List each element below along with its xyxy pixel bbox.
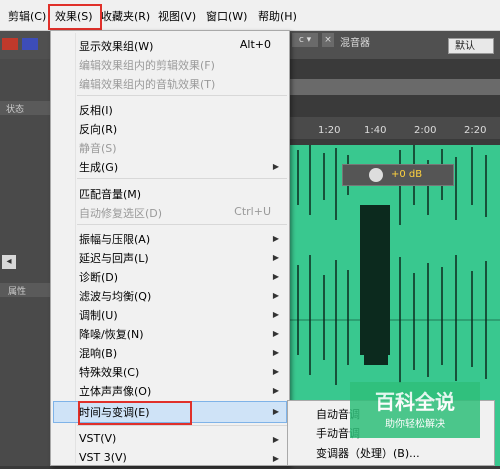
menu-item-delay-echo[interactable]: 延迟与回声(L) [79,250,149,266]
properties-header: 属性 [0,283,50,297]
submenu-arrow-icon: ▶ [272,386,279,395]
volume-value: +0 dB [391,169,423,180]
submenu-arrow-icon: ▶ [272,162,279,171]
menu-item-special[interactable]: 特殊效果(C) [79,364,139,380]
timeline-ruler[interactable]: 1:20 1:40 2:00 2:20 [290,117,500,139]
record-icon[interactable] [2,38,18,50]
speaker-icon[interactable]: ◂ [2,255,16,269]
menu-item-vst3[interactable]: VST 3(V) [79,451,127,464]
menu-item-auto-heal[interactable]: 自动修复选区(D) [79,205,162,221]
menu-separator [77,95,287,96]
spectrum-icon[interactable] [22,38,38,50]
status-column-label: 状态 [6,105,25,115]
menu-item-edit-track-effects[interactable]: 编辑效果组内的音轨效果(T) [79,76,215,92]
menu-separator [77,178,287,179]
menu-item-generate[interactable]: 生成(G) [79,159,118,175]
menu-item-time-pitch[interactable]: 时间与变调(E) [79,404,150,420]
menu-separator [77,425,287,426]
submenu-arrow-icon: ▶ [272,234,279,243]
highlight-effects-menu [48,4,102,30]
menu-view[interactable]: 视图(V) [158,8,196,24]
menu-item-reverse[interactable]: 反向(R) [79,121,117,137]
tab-mixer[interactable]: 混音器 [340,34,370,49]
menu-clip[interactable]: 剪辑(C) [8,8,46,24]
menu-item-stereo-imagery[interactable]: 立体声声像(O) [79,383,151,399]
menu-item-noise-reduction[interactable]: 降噪/恢复(N) [79,326,144,342]
tick-label: 1:20 [318,125,341,136]
menu-favorites[interactable]: 收藏夹(R) [101,8,150,24]
shortcut-auto-heal: Ctrl+U [234,205,271,218]
watermark-title: 百科全说 [375,390,455,414]
menu-window[interactable]: 窗口(W) [206,8,247,24]
menu-item-filter-eq[interactable]: 滤波与均衡(Q) [79,288,151,304]
submenu-item-stretch-pitch[interactable]: 变调器（处理）(B)... [316,445,420,461]
tick-label: 2:20 [464,125,487,136]
overview-bar[interactable] [290,79,500,95]
submenu-arrow-icon: ▶ [272,291,279,300]
left-panel: 状态 ◂ 属性 [0,59,50,466]
submenu-arrow-icon: ▶ [272,367,279,376]
menu-item-modulation[interactable]: 调制(U) [79,307,118,323]
submenu-arrow-icon: ▶ [272,407,279,416]
menu-item-diagnostics[interactable]: 诊断(D) [79,269,118,285]
tab-close-icon[interactable]: × [322,33,334,47]
menu-item-invert[interactable]: 反相(I) [79,102,113,118]
tick-label: 2:00 [414,125,437,136]
menu-item-match-volume[interactable]: 匹配音量(M) [79,186,141,202]
menu-help[interactable]: 帮助(H) [258,8,297,24]
panel-tab-arrow[interactable]: c ▾ [292,33,318,47]
menu-item-silence[interactable]: 静音(S) [79,140,117,156]
menu-item-reverb[interactable]: 混响(B) [79,345,117,361]
menu-item-edit-clip-effects[interactable]: 编辑效果组内的剪辑效果(F) [79,57,215,73]
submenu-arrow-icon: ▶ [272,454,279,463]
menu-separator [77,224,287,225]
volume-hud[interactable]: +0 dB [342,164,454,186]
watermark: 百科全说 助你轻松解决 [350,382,480,438]
volume-knob-icon[interactable] [369,168,383,182]
shortcut-show-effects-rack: Alt+0 [239,38,271,51]
tick-label: 1:40 [364,125,387,136]
files-header: 状态 [0,101,50,115]
submenu-arrow-icon: ▶ [272,435,279,444]
submenu-arrow-icon: ▶ [272,272,279,281]
menu-item-vst[interactable]: VST(V) [79,432,116,445]
menu-item-show-effects-rack[interactable]: 显示效果组(W) [79,38,153,54]
submenu-arrow-icon: ▶ [272,329,279,338]
properties-label: 属性 [8,287,27,297]
menu-gutter [75,33,76,463]
submenu-arrow-icon: ▶ [272,253,279,262]
watermark-subtitle: 助你轻松解决 [385,419,445,430]
submenu-arrow-icon: ▶ [272,310,279,319]
effects-menu: 显示效果组(W) Alt+0 编辑效果组内的剪辑效果(F) 编辑效果组内的音轨效… [50,30,290,466]
menu-item-amplitude[interactable]: 振幅与压限(A) [79,231,150,247]
submenu-arrow-icon: ▶ [272,348,279,357]
workspace-select[interactable]: 默认 [448,38,494,54]
